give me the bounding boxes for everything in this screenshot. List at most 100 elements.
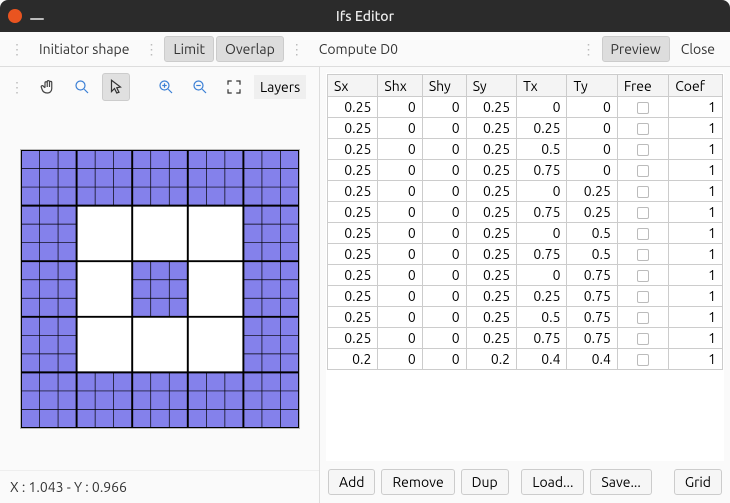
cell[interactable]: 0.5 (567, 244, 617, 265)
column-header[interactable]: Tx (517, 75, 567, 97)
cell[interactable]: 1 (669, 244, 723, 265)
cell[interactable]: 0.25 (517, 286, 567, 307)
cell[interactable]: 0.25 (466, 118, 516, 139)
cell[interactable]: 0.25 (328, 181, 378, 202)
table-row[interactable]: 0.25000.2500.251 (328, 181, 723, 202)
cell[interactable]: 0 (422, 244, 466, 265)
cell[interactable]: 0.25 (328, 244, 378, 265)
cell[interactable]: 0.75 (567, 265, 617, 286)
cell[interactable]: 0 (378, 181, 422, 202)
cell[interactable]: 0 (422, 160, 466, 181)
cell[interactable]: 0.25 (466, 307, 516, 328)
cell[interactable]: 0.25 (328, 265, 378, 286)
cell[interactable]: 0.25 (466, 181, 516, 202)
free-checkbox[interactable] (617, 328, 668, 349)
load-button[interactable]: Load... (521, 469, 584, 495)
cell[interactable]: 0 (567, 118, 617, 139)
canvas-toolbar-handle[interactable]: ⋮ (10, 79, 28, 96)
cell[interactable]: 0 (567, 139, 617, 160)
cell[interactable]: 0.5 (517, 139, 567, 160)
cell[interactable]: 0 (378, 307, 422, 328)
cell[interactable]: 0.25 (466, 139, 516, 160)
cell[interactable]: 0.25 (328, 97, 378, 118)
cell[interactable]: 0 (422, 328, 466, 349)
cell[interactable]: 0 (517, 223, 567, 244)
cell[interactable]: 0.25 (328, 328, 378, 349)
cell[interactable]: 1 (669, 265, 723, 286)
table-row[interactable]: 0.25000.250.50.751 (328, 307, 723, 328)
free-checkbox[interactable] (617, 244, 668, 265)
cell[interactable]: 0.5 (567, 223, 617, 244)
cell[interactable]: 0 (378, 349, 422, 370)
cell[interactable]: 1 (669, 286, 723, 307)
table-row[interactable]: 0.2000.20.40.41 (328, 349, 723, 370)
table-row[interactable]: 0.25000.250.501 (328, 139, 723, 160)
free-checkbox[interactable] (617, 307, 668, 328)
cell[interactable]: 0.75 (567, 307, 617, 328)
cell[interactable]: 0 (378, 202, 422, 223)
cell[interactable]: 0.25 (328, 223, 378, 244)
cell[interactable]: 0.75 (517, 244, 567, 265)
cell[interactable]: 1 (669, 139, 723, 160)
cell[interactable]: 0.75 (517, 202, 567, 223)
cell[interactable]: 1 (669, 181, 723, 202)
pointer-tool-icon[interactable] (102, 73, 130, 101)
fit-icon[interactable] (220, 73, 248, 101)
column-header[interactable]: Shx (378, 75, 422, 97)
overlap-button[interactable]: Overlap (216, 36, 284, 62)
free-checkbox[interactable] (617, 265, 668, 286)
cell[interactable]: 0.25 (517, 118, 567, 139)
table-row[interactable]: 0.25000.250.7501 (328, 160, 723, 181)
cell[interactable]: 1 (669, 307, 723, 328)
cell[interactable]: 0 (378, 139, 422, 160)
cell[interactable]: 1 (669, 349, 723, 370)
table-row[interactable]: 0.25000.250.750.751 (328, 328, 723, 349)
cell[interactable]: 0 (422, 286, 466, 307)
grid-button[interactable]: Grid (674, 469, 722, 495)
remove-button[interactable]: Remove (381, 469, 454, 495)
cell[interactable]: 0.2 (328, 349, 378, 370)
free-checkbox[interactable] (617, 349, 668, 370)
cell[interactable]: 0.25 (567, 181, 617, 202)
cell[interactable]: 0 (378, 97, 422, 118)
cell[interactable]: 0.25 (466, 97, 516, 118)
cell[interactable]: 0 (422, 181, 466, 202)
table-row[interactable]: 0.25000.250.750.251 (328, 202, 723, 223)
window-close-icon[interactable] (8, 9, 22, 23)
zoom-in-icon[interactable] (152, 73, 180, 101)
cell[interactable]: 0.5 (517, 307, 567, 328)
cell[interactable]: 0.25 (466, 223, 516, 244)
free-checkbox[interactable] (617, 223, 668, 244)
free-checkbox[interactable] (617, 160, 668, 181)
cell[interactable]: 0.75 (517, 328, 567, 349)
cell[interactable]: 0.25 (328, 139, 378, 160)
free-checkbox[interactable] (617, 286, 668, 307)
cell[interactable]: 0 (422, 223, 466, 244)
compute-d0-button[interactable]: Compute D0 (310, 36, 407, 62)
cell[interactable]: 0.25 (466, 328, 516, 349)
cell[interactable]: 0.25 (466, 244, 516, 265)
cell[interactable]: 0.75 (567, 286, 617, 307)
cell[interactable]: 1 (669, 97, 723, 118)
table-row[interactable]: 0.25000.2500.51 (328, 223, 723, 244)
cell[interactable]: 0.25 (466, 202, 516, 223)
cell[interactable]: 0 (378, 265, 422, 286)
table-row[interactable]: 0.25000.2500.751 (328, 265, 723, 286)
dup-button[interactable]: Dup (461, 469, 509, 495)
cell[interactable]: 1 (669, 223, 723, 244)
cell[interactable]: 0.2 (466, 349, 516, 370)
cell[interactable]: 0 (422, 139, 466, 160)
cell[interactable]: 0 (422, 118, 466, 139)
column-header[interactable]: Free (617, 75, 668, 97)
ifs-canvas[interactable] (20, 149, 300, 429)
cell[interactable]: 0 (517, 97, 567, 118)
cell[interactable]: 1 (669, 160, 723, 181)
pan-tool-icon[interactable] (34, 73, 62, 101)
cell[interactable]: 0.25 (466, 160, 516, 181)
cell[interactable]: 0.4 (517, 349, 567, 370)
free-checkbox[interactable] (617, 202, 668, 223)
column-header[interactable]: Coef (669, 75, 723, 97)
cell[interactable]: 0 (422, 265, 466, 286)
toolbar-handle-3[interactable]: ⋮ (286, 41, 308, 58)
cell[interactable]: 0.25 (466, 265, 516, 286)
